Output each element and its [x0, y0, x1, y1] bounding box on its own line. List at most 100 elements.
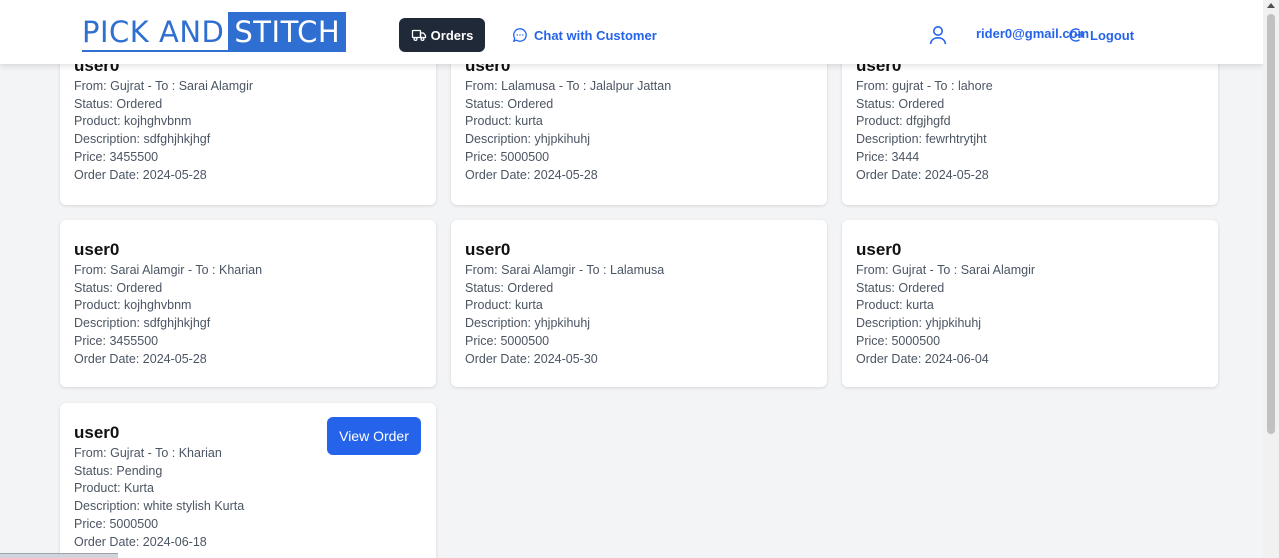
order-route-part: Gujrat	[110, 79, 145, 93]
order-date: Order Date: 2024-05-28	[74, 351, 422, 369]
order-product: Product: kurta	[465, 297, 813, 315]
order-status: Status: Ordered	[74, 96, 422, 114]
order-status: Status: Ordered	[74, 280, 422, 298]
order-route-part: - To :	[926, 79, 955, 93]
order-route: From: Sarai Alamgir - To : Lalamusa	[465, 262, 813, 280]
order-product-part: Product:	[465, 114, 512, 129]
order-price-part: Price:	[74, 149, 106, 164]
order-status-part: Status:	[856, 96, 895, 111]
order-route-part: From:	[856, 79, 889, 93]
order-date-part: 2024-05-28	[533, 167, 598, 182]
order-product-part: Product:	[856, 298, 903, 313]
order-status-part: Status:	[465, 280, 504, 295]
brand-logo[interactable]: PICK AND STITCH	[82, 12, 347, 52]
order-price-part: Price:	[856, 149, 888, 164]
order-route: From: Gujrat - To : Sarai Alamgir	[856, 262, 1204, 280]
order-price-part: Price:	[74, 516, 106, 531]
order-route-part: From:	[465, 79, 498, 93]
order-description: Description: yhjpkihuhj	[465, 131, 813, 149]
order-product-part: kurta	[515, 114, 543, 129]
order-card: user0 From: Gujrat - To : Kharian Status: …	[60, 403, 436, 558]
order-product-part: kojhghvbnm	[124, 298, 192, 313]
navbar: PICK AND STITCH Orders Chat with Custome…	[0, 0, 1263, 64]
order-date-part: 2024-05-28	[924, 167, 989, 182]
order-route-part: From:	[74, 263, 107, 277]
order-route-part: lahore	[957, 79, 993, 93]
order-date-part: Order Date:	[74, 167, 140, 182]
order-route: From: Gujrat - To : Sarai Alamgir	[74, 78, 422, 96]
order-route-part: gujrat	[892, 79, 924, 93]
view-order-button[interactable]: View Order	[327, 417, 421, 455]
order-price: Price: 5000500	[856, 333, 1204, 351]
order-route: From: Sarai Alamgir - To : Kharian	[74, 262, 422, 280]
order-date: Order Date: 2024-06-04	[856, 351, 1204, 369]
order-date-part: 2024-05-30	[533, 351, 598, 366]
order-date-part: 2024-06-04	[924, 351, 989, 366]
order-card: user0 From: Gujrat - To : Sarai Alamgir St…	[842, 220, 1218, 387]
order-description: Description: sdfghjhkjhgf	[74, 131, 422, 149]
order-description-part: Description:	[856, 316, 922, 331]
order-route-part: Sarai Alamgir	[960, 263, 1036, 277]
order-product-part: kojhghvbnm	[124, 114, 192, 129]
order-description: Description: fewrhtrytjht	[856, 131, 1204, 149]
order-price-part: 3444	[891, 149, 920, 164]
order-user-name: user0	[856, 239, 1204, 261]
order-status: Status: Ordered	[465, 280, 813, 298]
order-product-part: Product:	[465, 298, 512, 313]
order-product: Product: kurta	[465, 113, 813, 131]
order-status-part: Status:	[856, 280, 895, 295]
order-status-part: Ordered	[898, 280, 945, 295]
horizontal-scrollbar-thumb[interactable]	[0, 553, 118, 558]
order-price-part: 5000500	[891, 333, 941, 348]
orders-button[interactable]: Orders	[399, 18, 485, 52]
order-status-part: Status:	[74, 280, 113, 295]
order-price: Price: 3444	[856, 149, 1204, 167]
order-date-part: 2024-06-18	[142, 534, 207, 549]
chat-bubble-icon	[512, 28, 527, 43]
order-route-part: Sarai Alamgir	[178, 79, 254, 93]
order-description: Description: yhjpkihuhj	[856, 315, 1204, 333]
order-product-part: kurta	[515, 298, 543, 313]
order-product-part: Product:	[74, 298, 121, 313]
order-description-part: fewrhtrytjht	[925, 132, 987, 147]
order-description: Description: yhjpkihuhj	[465, 315, 813, 333]
orders-button-label: Orders	[430, 27, 474, 43]
order-route-part: - To :	[187, 263, 216, 277]
order-status-part: Status:	[74, 96, 113, 111]
chat-link-label: Chat with Customer	[534, 27, 657, 43]
order-route: From: gujrat - To : lahore	[856, 78, 1204, 96]
order-product: Product: Kurta	[74, 480, 422, 498]
order-status-part: Status:	[465, 96, 504, 111]
logout-link[interactable]: Logout	[1068, 18, 1134, 52]
order-product: Product: kurta	[856, 297, 1204, 315]
order-user-name: user0	[465, 239, 813, 261]
logout-label: Logout	[1090, 27, 1135, 43]
order-status: Status: Ordered	[856, 96, 1204, 114]
order-date: Order Date: 2024-06-18	[74, 534, 422, 552]
order-product-part: dfgjhgfd	[906, 114, 951, 129]
order-route-part: - To :	[578, 263, 607, 277]
order-card: user0 From: Sarai Alamgir - To : Kharian S…	[60, 220, 436, 387]
order-date: Order Date: 2024-05-28	[856, 167, 1204, 185]
order-date-part: Order Date:	[74, 351, 140, 366]
chat-with-customer-link[interactable]: Chat with Customer	[512, 18, 657, 52]
order-price: Price: 3455500	[74, 149, 422, 167]
order-card: user0 From: Sarai Alamgir - To : Lalamusa…	[451, 220, 827, 387]
order-price-part: Price:	[74, 333, 106, 348]
order-description-part: Description:	[74, 132, 140, 147]
order-product-part: Product:	[74, 114, 121, 129]
order-description-part: sdfghjhkjhgf	[143, 316, 211, 331]
order-date: Order Date: 2024-05-28	[465, 167, 813, 185]
order-user-name-part: user0	[856, 240, 902, 259]
order-status: Status: Ordered	[856, 280, 1204, 298]
vertical-scrollbar[interactable]	[1263, 0, 1279, 558]
order-description: Description: white stylish Kurta	[74, 498, 422, 516]
order-user-name-part: user0	[74, 423, 120, 442]
logout-icon	[1069, 28, 1084, 42]
user-icon	[929, 26, 947, 45]
scrollbar-thumb[interactable]	[1267, 14, 1275, 434]
scroll-up-arrow-icon[interactable]	[1267, 3, 1275, 8]
order-route-part: Lalamusa	[501, 79, 556, 93]
order-route-part: Kharian	[219, 263, 263, 277]
order-price-part: 3455500	[109, 333, 159, 348]
